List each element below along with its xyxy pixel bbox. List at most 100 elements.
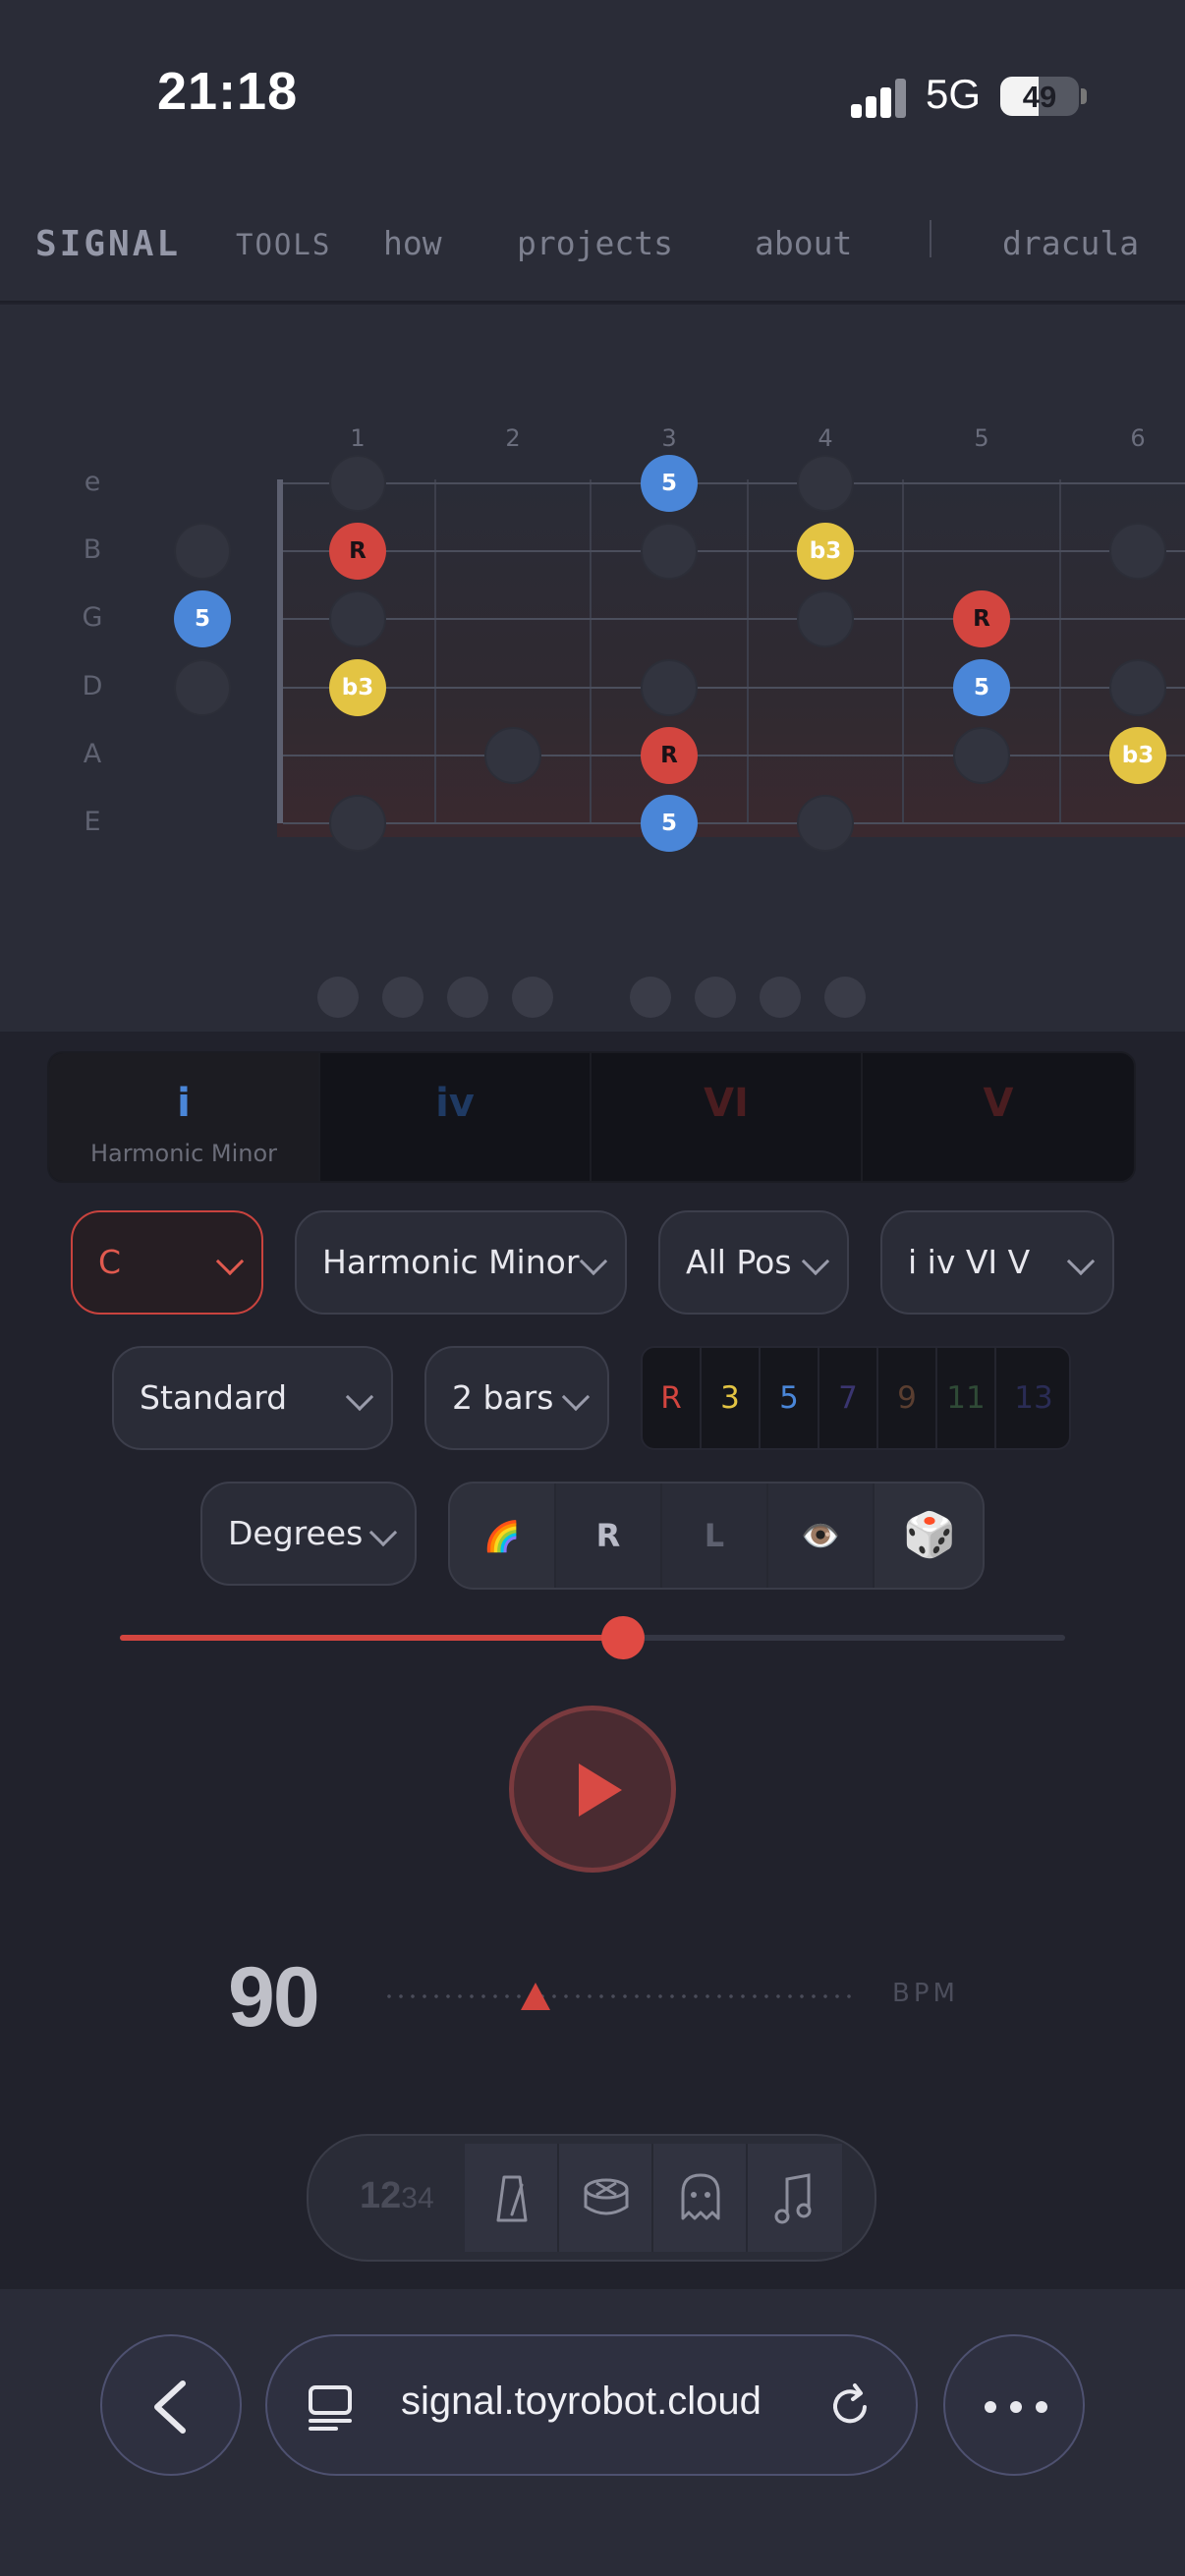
fret-position-marker[interactable]: [329, 795, 386, 852]
network-type: 5G: [926, 71, 982, 117]
note-dot[interactable]: R: [641, 727, 698, 784]
key-select[interactable]: C: [71, 1210, 263, 1315]
drum-toggle[interactable]: [559, 2144, 653, 2252]
pager-dot[interactable]: [630, 977, 671, 1018]
right-hand-toggle[interactable]: R: [556, 1484, 662, 1588]
guitar-string: [283, 755, 1185, 756]
tabs-icon: [309, 2385, 352, 2431]
rainbow-toggle[interactable]: 🌈: [450, 1484, 556, 1588]
bpm-dial[interactable]: [383, 1994, 855, 1998]
pager-dot[interactable]: [695, 977, 736, 1018]
scale-select[interactable]: Harmonic Minor: [295, 1210, 627, 1315]
fretboard-nut: [277, 479, 283, 823]
fret-position-marker[interactable]: [953, 727, 1010, 784]
url-text: signal.toyrobot.cloud: [401, 2380, 762, 2423]
interval-toggle-9[interactable]: 9: [878, 1348, 937, 1448]
fret-number: 3: [661, 424, 677, 452]
left-hand-toggle[interactable]: L: [662, 1484, 768, 1588]
fret-position-marker[interactable]: [174, 659, 231, 716]
randomize-button[interactable]: 🎲: [875, 1484, 983, 1588]
guitar-string: [283, 822, 1185, 824]
theme-switch[interactable]: dracula: [1002, 224, 1139, 262]
string-label: A: [83, 739, 102, 769]
ghost-notes-toggle[interactable]: [653, 2144, 748, 2252]
guitar-string: [283, 482, 1185, 484]
length-select[interactable]: 2 bars: [424, 1346, 609, 1450]
fret-wire: [590, 479, 592, 823]
battery-cap: [1081, 88, 1087, 104]
note-dot[interactable]: 5: [641, 455, 698, 512]
note-dot[interactable]: b3: [329, 659, 386, 716]
fretboard[interactable]: [277, 479, 1185, 837]
pager-dot[interactable]: [382, 977, 423, 1018]
fret-number: 1: [350, 424, 366, 452]
position-select[interactable]: All Pos: [658, 1210, 849, 1315]
chord-3[interactable]: VI: [592, 1053, 863, 1181]
chord-1[interactable]: i Harmonic Minor: [49, 1053, 320, 1181]
chord-2[interactable]: iv: [320, 1053, 592, 1181]
fret-position-marker[interactable]: [174, 523, 231, 580]
note-dot[interactable]: R: [953, 590, 1010, 647]
fret-number: 2: [505, 424, 521, 452]
fret-number: 6: [1130, 424, 1146, 452]
metronome-controls: [339, 2144, 842, 2252]
fret-position-marker[interactable]: [641, 659, 698, 716]
tuning-select[interactable]: Standard: [112, 1346, 393, 1450]
visibility-toggle[interactable]: 👁️: [768, 1484, 875, 1588]
brand-logo[interactable]: SIGNAL: [35, 224, 181, 264]
interval-toggle-5[interactable]: 5: [761, 1348, 819, 1448]
nav-link-how[interactable]: how: [383, 224, 442, 262]
fret-position-marker[interactable]: [329, 455, 386, 512]
chord-degree: i: [177, 1081, 191, 1126]
note-dot[interactable]: 5: [174, 590, 231, 647]
play-button[interactable]: [509, 1706, 676, 1873]
fret-position-marker[interactable]: [641, 523, 698, 580]
chevron-left-icon: [154, 2380, 186, 2434]
clock: 21:18: [157, 62, 299, 121]
left-hand-label: L: [704, 1517, 725, 1554]
labels-select[interactable]: Degrees: [200, 1482, 417, 1586]
progression-select[interactable]: i iv VI V: [880, 1210, 1114, 1315]
interval-toggle-3[interactable]: 3: [702, 1348, 761, 1448]
interval-toggle-11[interactable]: 11: [937, 1348, 996, 1448]
position-slider-handle[interactable]: [601, 1616, 645, 1659]
pager-dot[interactable]: [760, 977, 801, 1018]
rainbow-icon: 🌈: [483, 1520, 521, 1554]
note-dot[interactable]: b3: [797, 523, 854, 580]
ghost-icon: [681, 2173, 720, 2220]
interval-toggle-13[interactable]: 13: [996, 1348, 1069, 1448]
string-label: E: [84, 807, 101, 837]
reload-icon[interactable]: [825, 2381, 876, 2433]
guitar-string: [283, 550, 1185, 552]
fret-position-marker[interactable]: [1109, 659, 1166, 716]
pager-dot[interactable]: [512, 977, 553, 1018]
pager-dot[interactable]: [447, 977, 488, 1018]
music-note-toggle[interactable]: [748, 2144, 842, 2252]
fret-position-marker[interactable]: [797, 590, 854, 647]
nav-link-about[interactable]: about: [755, 224, 852, 262]
metronome-toggle[interactable]: [465, 2144, 559, 2252]
fret-position-marker[interactable]: [484, 727, 541, 784]
pager-dot[interactable]: [824, 977, 866, 1018]
chord-progression: i Harmonic Minor iv VI V: [47, 1051, 1136, 1183]
more-button[interactable]: [943, 2334, 1085, 2476]
chord-4[interactable]: V: [863, 1053, 1134, 1181]
interval-toggle-7[interactable]: 7: [819, 1348, 878, 1448]
string-label: B: [83, 534, 102, 565]
fret-position-marker[interactable]: [329, 590, 386, 647]
pager-dot[interactable]: [317, 977, 359, 1018]
fret-position-marker[interactable]: [797, 455, 854, 512]
nav-link-projects[interactable]: projects: [517, 224, 673, 262]
fret-wire: [434, 479, 436, 823]
bpm-pointer-icon[interactable]: [521, 1983, 550, 2010]
fret-position-marker[interactable]: [1109, 523, 1166, 580]
note-dot[interactable]: b3: [1109, 727, 1166, 784]
back-button[interactable]: [100, 2334, 242, 2476]
fret-position-marker[interactable]: [797, 795, 854, 852]
interval-toggles: R 3 5 7 9 11 13: [641, 1346, 1071, 1450]
note-dot[interactable]: 5: [953, 659, 1010, 716]
interval-toggle-r[interactable]: R: [643, 1348, 702, 1448]
note-dot[interactable]: 5: [641, 795, 698, 852]
nav-tools[interactable]: TOOLS: [236, 228, 331, 261]
note-dot[interactable]: R: [329, 523, 386, 580]
